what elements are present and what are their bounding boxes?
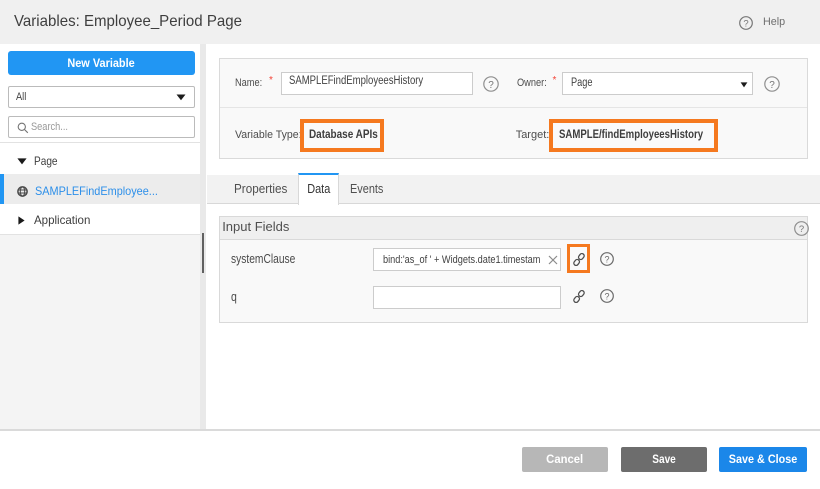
svg-text:?: ?	[798, 224, 803, 235]
svg-text:?: ?	[743, 19, 748, 30]
svg-text:?: ?	[488, 80, 494, 91]
svg-text:?: ?	[604, 292, 609, 302]
svg-text:?: ?	[604, 254, 609, 264]
svg-text:?: ?	[769, 80, 775, 91]
